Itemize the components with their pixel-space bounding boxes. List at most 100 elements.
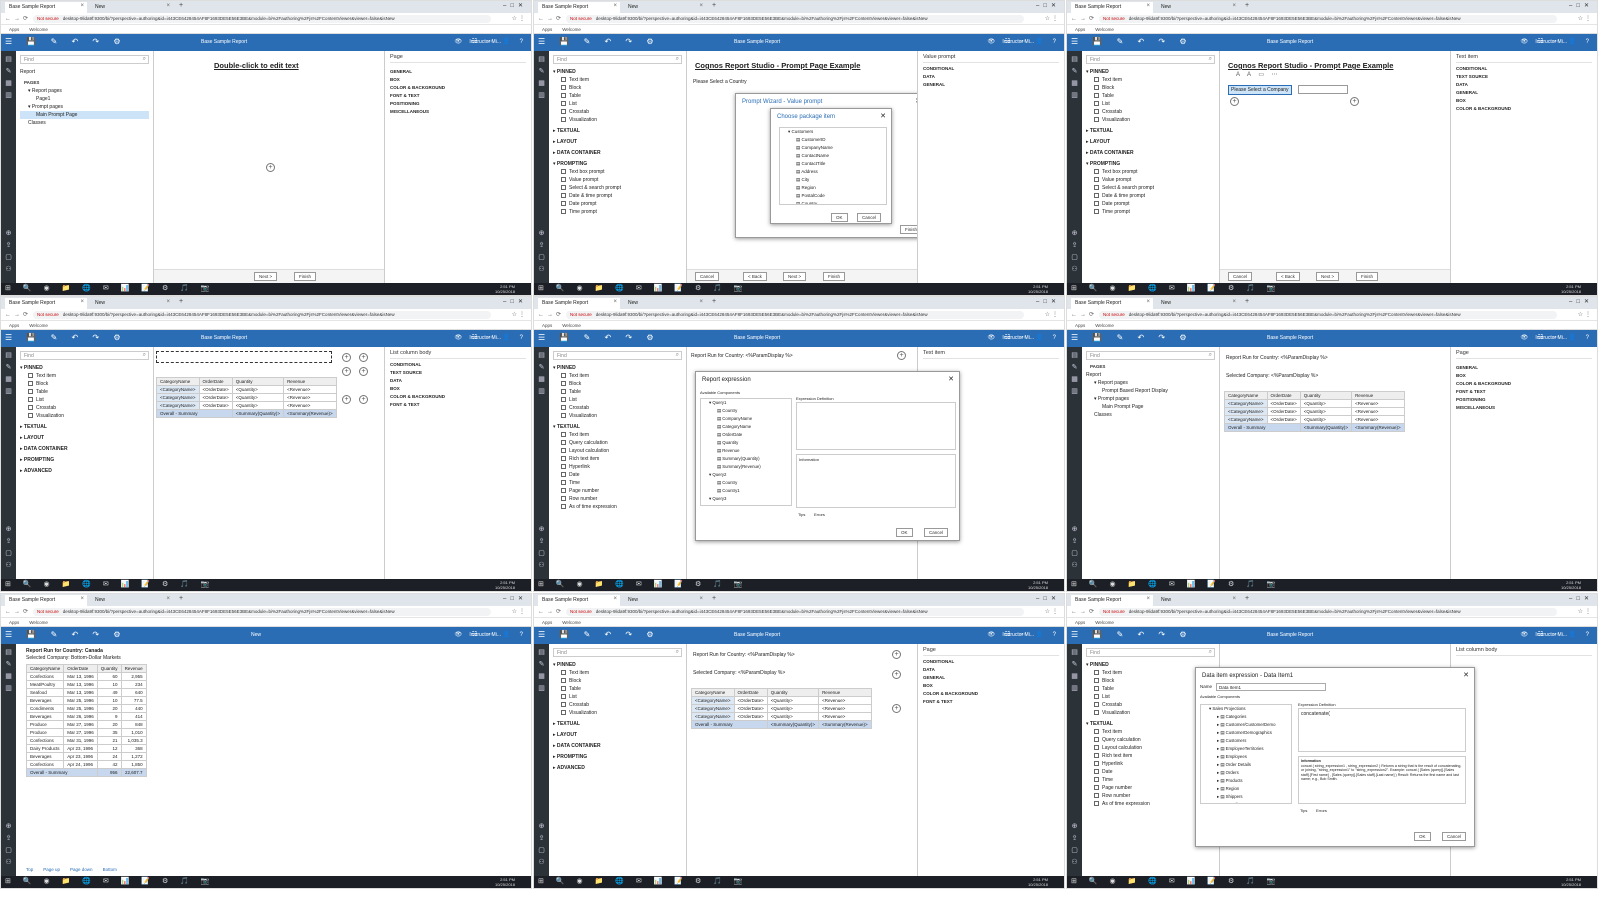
table-cell[interactable]: <Quantity> [231, 401, 285, 410]
props-section[interactable]: GENERAL [390, 69, 526, 74]
star-icon[interactable]: ☆⋮ [1045, 15, 1060, 22]
browser-tab-report[interactable]: Base Sample Report × [1071, 2, 1153, 13]
expression-input[interactable] [796, 402, 956, 450]
table-row[interactable]: <CategoryName> <OrderDate> <Quantity> <Reve… [156, 401, 337, 410]
report-title-2[interactable]: Selected Company: <%ParamDisplay %> [1226, 373, 1318, 379]
browser-tab-report[interactable]: Base Sample Report × [1071, 298, 1153, 309]
close-icon[interactable]: × [166, 299, 170, 305]
query-icon[interactable]: ▥ [534, 91, 549, 99]
add-icon[interactable]: ⊕ [534, 525, 549, 533]
add-icon[interactable]: + [1350, 97, 1359, 106]
toolbox-item[interactable]: Block [1086, 84, 1215, 92]
report-title-2[interactable]: Selected Company: <%ParamDisplay %> [693, 670, 785, 676]
package-item[interactable]: ▤ ContactName [780, 152, 886, 160]
props-section[interactable]: CONDITIONAL [923, 66, 1059, 71]
table-row[interactable]: <CategoryName> <OrderDate> <Quantity> <Reve… [691, 696, 872, 705]
summary-row[interactable]: Overall - Summary <Summary(Quantity)> <Sum… [156, 409, 337, 418]
bookmark-apps[interactable]: Apps [542, 323, 552, 328]
report-canvas[interactable]: Report Run for Country: <%ParamDisplay %… [687, 644, 919, 876]
table-cell[interactable]: <Revenue> [818, 704, 872, 713]
close-icon[interactable]: × [1232, 299, 1236, 305]
window-controls[interactable]: –□✕ [1036, 595, 1060, 602]
cancel-button[interactable]: Cancel [857, 213, 882, 222]
toolbox-icon[interactable]: ✎ [1067, 660, 1082, 668]
taskbar-icons[interactable]: ⊞ 🔍 ◉ 📁 🌐 ✉ 📊 📝 ⚙ 🎵 📷 [5, 877, 215, 885]
component-item[interactable]: ▤ Summary(Quantity) [701, 455, 791, 463]
props-section[interactable]: POSITIONING [1456, 397, 1592, 402]
close-icon[interactable]: × [1146, 299, 1150, 305]
taskbar-icons[interactable]: ⊞ 🔍 ◉ 📁 🌐 ✉ 📊 📝 ⚙ 🎵 📷 [538, 580, 748, 588]
window-controls[interactable]: –□✕ [1569, 595, 1593, 602]
table-cell[interactable]: <OrderDate> [733, 696, 768, 705]
toolbox-item[interactable]: Date prompt [1086, 200, 1215, 208]
table-cell[interactable]: <Revenue> [1351, 399, 1405, 408]
section-pinned[interactable]: ▾ PINNED [553, 661, 682, 669]
props-section[interactable]: FONT & TEXT [923, 699, 1059, 704]
report-canvas[interactable]: Cognos Report Studio - Prompt Page Examp… [1220, 51, 1452, 283]
browser-tab-new[interactable]: New × [91, 298, 173, 309]
props-section[interactable]: GENERAL [923, 82, 1059, 87]
star-icon[interactable]: ☆⋮ [1045, 311, 1060, 318]
url-input[interactable]: Not secure desktop-9lida9f:9300/bi/?persp… [33, 608, 491, 616]
toolbox-item[interactable]: List [20, 396, 149, 404]
table-cell[interactable]: <CategoryName> [156, 393, 200, 402]
close-icon[interactable]: × [80, 596, 84, 602]
canvas-title[interactable]: Cognos Report Studio - Prompt Page Examp… [1228, 61, 1393, 70]
add-icon[interactable]: + [892, 704, 901, 713]
toolbox-item[interactable]: Time prompt [1086, 208, 1215, 216]
report-title[interactable]: Base Sample Report [201, 39, 247, 45]
tree-item[interactable]: ▾ Prompt pages [1086, 395, 1215, 403]
list-table[interactable]: CategoryName OrderDate Quantity Revenue <Cat… [1224, 391, 1405, 432]
person-icon[interactable]: ⚇ [1067, 561, 1082, 569]
comment-icon[interactable]: ▢ [1067, 846, 1082, 854]
toolbox-item[interactable]: Crosstab [553, 404, 682, 412]
section-prompting[interactable]: ▾ PROMPTING [553, 160, 682, 168]
pages-icon[interactable]: ▤ [1067, 351, 1082, 359]
browser-tab-report[interactable]: Base Sample Report × [538, 298, 620, 309]
person-icon[interactable]: ⚇ [1067, 265, 1082, 273]
taskbar-icons[interactable]: ⊞ 🔍 ◉ 📁 🌐 ✉ 📊 📝 ⚙ 🎵 📷 [1071, 580, 1281, 588]
toolbox-icon[interactable]: ✎ [1067, 67, 1082, 75]
component-item[interactable]: ▤ Quantity [701, 439, 791, 447]
add-icon[interactable]: + [897, 351, 906, 360]
query-icon[interactable]: ▥ [1067, 91, 1082, 99]
toolbar-icons[interactable]: ☰ 💾 ✎ ↶ ↷ ⚙ [5, 630, 127, 639]
toolbox-item[interactable]: Value prompt [553, 176, 682, 184]
canvas-title[interactable]: Double-click to edit text [214, 61, 299, 70]
canvas-title[interactable]: Report Run for Country: <%ParamDisplay %… [691, 353, 793, 359]
bookmark-apps[interactable]: Apps [1075, 27, 1085, 32]
errors-tab[interactable]: Errors [1316, 808, 1327, 813]
package-item[interactable]: ▤ City [780, 176, 886, 184]
toolbox-item[interactable]: Text item [553, 76, 682, 84]
component-item[interactable]: ▾ Query1 [701, 399, 791, 407]
report-title[interactable]: Base Sample Report [734, 335, 780, 341]
toolbar-icons[interactable]: ☰ 💾 ✎ ↶ ↷ ⚙ [1071, 333, 1193, 342]
taskbar-icons[interactable]: ⊞ 🔍 ◉ 📁 🌐 ✉ 📊 📝 ⚙ 🎵 📷 [5, 580, 215, 588]
table-cell[interactable]: <Revenue> [818, 712, 872, 721]
props-section[interactable]: COLOR & BACKGROUND [923, 691, 1059, 696]
toolbox-icon[interactable]: ✎ [534, 67, 549, 75]
query-icon[interactable]: ▥ [1067, 387, 1082, 395]
component-item[interactable]: ▤ CategoryName [701, 423, 791, 431]
close-icon[interactable]: × [699, 596, 703, 602]
toolbox-section[interactable]: ▸ TEXTUAL [553, 127, 682, 135]
bookmark-welcome[interactable]: Welcome [562, 323, 581, 328]
components-tree[interactable]: ▾ Query1 ▤ Country ▤ CompanyName ▤ Category… [700, 398, 792, 506]
table-cell[interactable]: <OrderDate> [198, 393, 233, 402]
toolbox-item[interactable]: Block [20, 380, 149, 388]
props-section[interactable]: TEXT SOURCE [1456, 74, 1592, 79]
toolbox-section[interactable]: ▸ DATA CONTAINER [1086, 149, 1215, 157]
toolbox-item[interactable]: Date [553, 471, 682, 479]
upload-icon[interactable]: ⇪ [534, 537, 549, 545]
upload-icon[interactable]: ⇪ [1067, 241, 1082, 249]
table-cell[interactable]: <Quantity> [766, 696, 820, 705]
toolbox-item[interactable]: Table [20, 388, 149, 396]
component-item[interactable]: ▸ ▤ Orders [1201, 769, 1291, 777]
comment-icon[interactable]: ▢ [534, 253, 549, 261]
toolbox-icon[interactable]: ✎ [534, 363, 549, 371]
toolbox-item[interactable]: Visualization [553, 116, 682, 124]
bookmark-apps[interactable]: Apps [9, 620, 19, 625]
props-section[interactable]: FONT & TEXT [390, 93, 526, 98]
package-item[interactable]: ▤ PostalCode [780, 192, 886, 200]
table-cell[interactable]: <Revenue> [1351, 415, 1405, 424]
